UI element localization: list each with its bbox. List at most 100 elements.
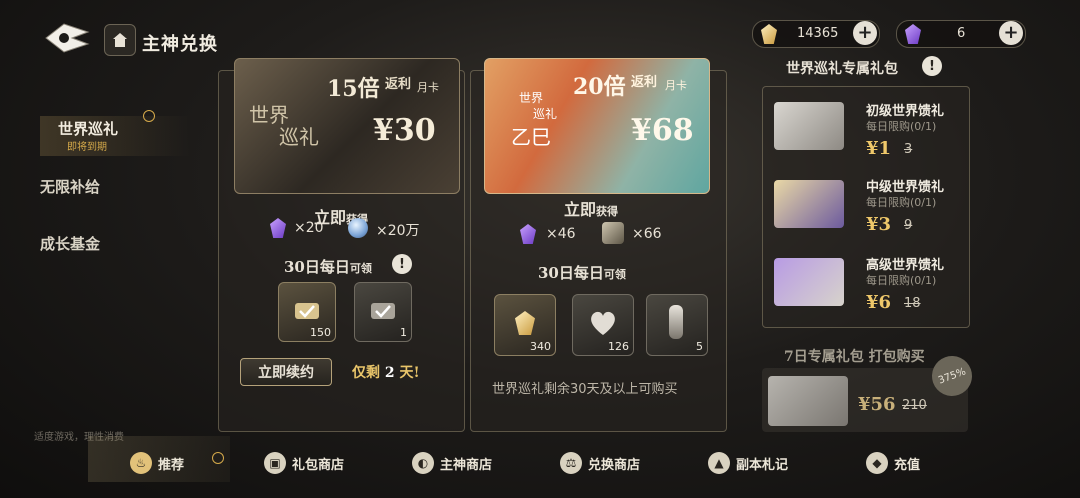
daily-reward-slot[interactable]: 1 <box>354 282 412 342</box>
brand-line1: 世界 <box>519 91 544 105</box>
tab-label: 主神商店 <box>440 457 493 473</box>
game-logo-icon <box>42 18 92 58</box>
multiplier-label: 15倍 <box>327 76 380 102</box>
rebate-label: 返利 <box>631 75 658 90</box>
daily-title: 30日每日可领 <box>538 264 626 282</box>
gift-row-basic[interactable]: 初级世界馈礼 每日限购(0/1) ¥1 3 <box>764 96 964 162</box>
reward-orb-count: ×20万 <box>376 223 420 239</box>
orb-icon: ◐ <box>412 452 434 474</box>
bundle-price: ¥56 <box>858 394 896 415</box>
reward-crystal-count: ×20 <box>294 220 324 236</box>
add-gold-button[interactable]: + <box>853 21 877 45</box>
reward-ornament-count: ×66 <box>632 226 662 242</box>
remaining-days-text: 仅剩 2 天! <box>352 365 420 381</box>
gift-limit: 每日限购(0/1) <box>866 196 937 209</box>
gift-box-icon <box>774 102 844 150</box>
bundle-original-price: 210 <box>902 398 927 413</box>
slot-count: 126 <box>608 340 629 353</box>
purple-crystal-icon <box>905 24 921 44</box>
check-ticket-icon <box>295 303 319 319</box>
crystal-amount: 6 <box>957 26 966 41</box>
month-card-68[interactable]: 20倍 返利 月卡 世界 巡礼 乙巳 ¥68 <box>484 58 710 194</box>
gift-original-price: 18 <box>904 296 921 311</box>
gift-row-intermediate[interactable]: 中级世界馈礼 每日限购(0/1) ¥3 9 <box>764 174 964 240</box>
home-icon <box>113 33 127 47</box>
gift-limit: 每日限购(0/1) <box>866 274 937 287</box>
bundle-title: 7日专属礼包 打包购买 <box>784 349 925 365</box>
tab-recharge[interactable]: ◆ 充值 <box>866 450 920 476</box>
potion-bottle-icon <box>669 305 683 339</box>
sidebar-item-world-tour[interactable]: 世界巡礼 即将到期 <box>40 116 190 156</box>
flame-icon: ♨ <box>130 452 152 474</box>
gift-price: ¥3 <box>866 214 892 235</box>
daily-reward-slot[interactable]: 340 <box>494 294 556 356</box>
tab-recommend[interactable]: ♨ 推荐 <box>130 450 184 476</box>
gold-crystal-icon <box>515 311 535 335</box>
card-price: ¥68 <box>631 113 694 148</box>
slot-count: 150 <box>310 326 331 339</box>
gift-price: ¥6 <box>866 292 892 313</box>
gold-crystal-icon <box>761 24 777 44</box>
tab-label: 礼包商店 <box>292 457 345 473</box>
clock-icon <box>212 452 224 464</box>
heart-icon <box>591 311 615 335</box>
silver-orb-icon <box>348 218 368 238</box>
page-title: 主神兑换 <box>142 34 218 55</box>
gift-icon: ▣ <box>264 452 286 474</box>
exclusive-gift-info-button[interactable]: ! <box>922 56 942 76</box>
purchase-condition-note: 世界巡礼剩余30天及以上可购买 <box>492 382 678 397</box>
monthcard-label: 月卡 <box>665 79 687 92</box>
tab-label: 充值 <box>894 457 921 473</box>
gift-box-icon <box>774 258 844 306</box>
brand-line2: 巡礼 <box>279 125 319 149</box>
multiplier-label: 20倍 <box>573 74 626 100</box>
tab-label: 兑换商店 <box>588 457 641 473</box>
month-card-30[interactable]: 15倍 返利 月卡 世界 巡礼 ¥30 <box>234 58 460 194</box>
clock-icon <box>143 110 155 122</box>
slot-count: 5 <box>696 340 703 353</box>
daily-reward-slot[interactable]: 126 <box>572 294 634 356</box>
triangle-icon: ▲ <box>708 452 730 474</box>
card-price: ¥30 <box>373 113 436 148</box>
expiring-label: 即将到期 <box>67 142 107 153</box>
bundle-value-badge: 375% <box>926 350 978 402</box>
gift-name: 高级世界馈礼 <box>866 258 945 273</box>
tab-exchange-shop[interactable]: ⚖ 兑换商店 <box>560 450 640 476</box>
sidebar-item-label: 世界巡礼 <box>58 120 119 138</box>
renew-button[interactable]: 立即续约 <box>240 358 332 386</box>
gift-name: 中级世界馈礼 <box>866 180 945 195</box>
add-crystal-button[interactable]: + <box>999 21 1023 45</box>
gift-price: ¥1 <box>866 138 892 159</box>
gift-original-price: 9 <box>904 218 913 233</box>
gift-row-advanced[interactable]: 高级世界馈礼 每日限购(0/1) ¥6 18 <box>764 252 964 318</box>
gift-original-price: 3 <box>904 142 913 157</box>
reward-crystal-count: ×46 <box>546 226 576 242</box>
gift-box-icon <box>774 180 844 228</box>
bundle-gift-icon <box>768 376 848 426</box>
tab-label: 推荐 <box>158 457 185 473</box>
gift-name: 初级世界馈礼 <box>866 104 945 119</box>
instant-title: 立即获得 <box>564 200 619 219</box>
sidebar-item-growth-fund[interactable]: 成长基金 <box>40 233 160 254</box>
daily-reward-slot[interactable]: 150 <box>278 282 336 342</box>
gold-amount: 14365 <box>797 26 839 41</box>
brand-line3: 乙巳 <box>511 125 551 149</box>
sidebar-item-infinite-supply[interactable]: 无限补给 <box>40 176 160 197</box>
scale-icon: ⚖ <box>560 452 582 474</box>
right-panel-title: 世界巡礼专属礼包 <box>786 61 898 77</box>
slot-count: 1 <box>400 326 407 339</box>
bundle-purchase-panel[interactable]: ¥56 210 375% <box>762 350 978 432</box>
slot-count: 340 <box>530 340 551 353</box>
brand-line2: 巡礼 <box>533 107 558 121</box>
gold-resource-pill: 14365 + <box>752 20 880 48</box>
daily-info-button[interactable]: ! <box>392 254 412 274</box>
tab-dungeon-notes[interactable]: ▲ 副本札记 <box>708 450 788 476</box>
daily-reward-slot[interactable]: 5 <box>646 294 708 356</box>
tab-god-shop[interactable]: ◐ 主神商店 <box>412 450 492 476</box>
daily-title: 30日每日可领 <box>284 258 372 276</box>
crystal-resource-pill: 6 + <box>896 20 1026 48</box>
gem-icon: ◆ <box>866 452 888 474</box>
tab-gift-shop[interactable]: ▣ 礼包商店 <box>264 450 344 476</box>
home-button[interactable] <box>104 24 136 56</box>
orb-ornament-icon <box>602 222 624 244</box>
